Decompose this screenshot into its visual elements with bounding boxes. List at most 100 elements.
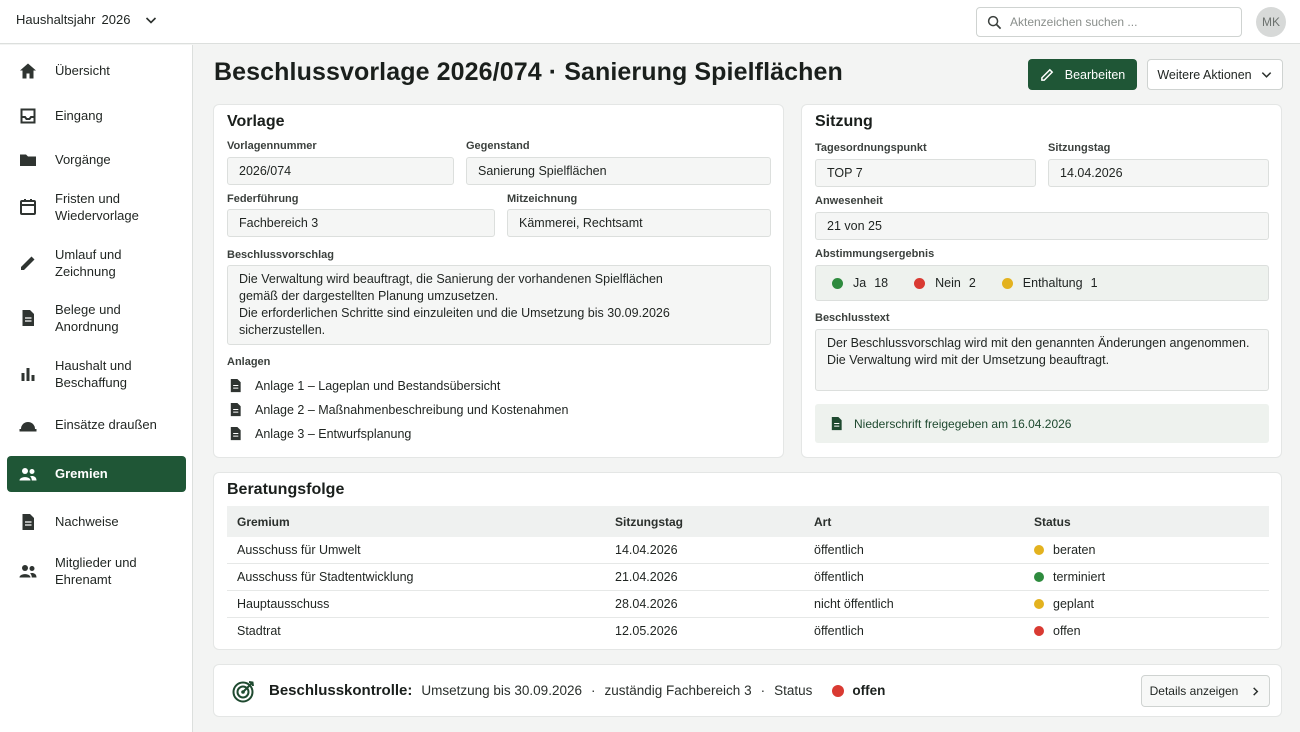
vote-abstain-label: Enthaltung [1022,276,1083,290]
table-row[interactable]: Ausschuss für Stadtentwicklung 21.04.202… [227,563,1269,592]
separator: · [760,683,766,698]
beratungsfolge-title: Beratungsfolge [227,481,345,498]
vote-no: Nein 2 [914,276,976,290]
table-row[interactable]: Hauptausschuss 28.04.2026 nicht öffentli… [227,590,1269,618]
sidebar-item-label: Übersicht [55,63,110,78]
document-icon [230,378,241,393]
details-button[interactable]: Details anzeigen [1141,675,1270,707]
status-label: Status [774,683,813,698]
gremium-cell: Ausschuss für Umwelt [227,537,605,565]
document-icon [230,402,241,417]
attachments-label: Anlagen [227,356,271,368]
sidebar-item-gremien[interactable]: Gremien [7,456,186,492]
column-header[interactable]: Sitzungstag [605,506,804,537]
sidebar-item-einsaetze[interactable]: Einsätze draußen [7,407,186,443]
sidebar-item-eingang[interactable]: Eingang [7,98,186,134]
avatar[interactable]: MK [1256,7,1286,37]
status-dot [1034,545,1044,556]
column-header[interactable]: Art [804,506,1024,537]
deadline-text: Umsetzung bis 30.09.2026 [421,683,582,698]
status-value: offen [852,683,886,698]
status-dot [1034,626,1044,637]
type-cell: nicht öffentlich [804,590,1024,618]
date-field[interactable]: 14.04.2026 [1048,159,1269,187]
vote-yes: Ja 18 [832,276,888,290]
vote-yes-count: 18 [874,276,889,290]
vote-abstain-count: 1 [1090,276,1098,290]
gremium-cell: Hauptausschuss [227,590,605,618]
search-box[interactable] [976,7,1242,37]
number-field[interactable]: 2026/074 [227,157,454,185]
lead-field[interactable]: Fachbereich 3 [227,209,495,237]
document-icon [831,416,842,431]
attachment-link[interactable]: Anlage 1 – Lageplan und Bestandsübersich… [228,378,500,393]
details-button-label: Details anzeigen [1149,684,1239,698]
sidebar-item-label: Mitglieder und Ehrenamt [55,554,137,588]
table-row[interactable]: Ausschuss für Umwelt 14.04.2026 öffentli… [227,537,1269,565]
sidebar-item-label: Einsätze draußen [55,417,157,432]
pencil-icon [1040,68,1054,81]
fiscal-year-value: 2026 [101,12,131,27]
table-header-row: Gremium Sitzungstag Art Status [227,506,1269,537]
search-icon [987,15,1002,29]
page-title: Beschlussvorlage 2026/074 · Sanierung Sp… [214,58,843,86]
attachment-link[interactable]: Anlage 2 – Maßnahmenbeschreibung und Kos… [228,402,568,417]
search-input[interactable] [1010,15,1230,29]
agenda-field[interactable]: TOP 7 [815,159,1036,187]
minutes-notice[interactable]: Niederschrift freigegeben am 16.04.2026 [815,404,1269,443]
inbox-icon [18,106,38,126]
table-row[interactable]: Stadtrat 12.05.2026 öffentlich offen [227,617,1269,644]
sidebar-item-haushalt[interactable]: Haushalt und Beschaffung [7,353,186,395]
gremium-cell: Stadtrat [237,624,281,639]
status-cell: beraten [1024,537,1269,565]
more-actions-button[interactable]: Weitere Aktionen [1147,59,1283,90]
sitzung-title: Sitzung [815,113,873,130]
lead-label: Federführung [227,193,299,205]
cosign-field[interactable]: Kämmerei, Rechtsamt [507,209,771,237]
calendar-icon [18,197,38,217]
separator: · [590,683,596,698]
edit-button[interactable]: Bearbeiten [1028,59,1137,90]
document-icon [18,512,38,532]
sidebar-item-fristen[interactable]: Fristen und Wiedervorlage [7,186,186,228]
sidebar-item-umlauf[interactable]: Umlauf und Zeichnung [7,242,186,284]
beratungsfolge-table: Gremium Sitzungstag Art Status Ausschuss… [227,506,1269,644]
bar-chart-icon [18,364,38,384]
chevron-down-icon [1261,72,1271,78]
sidebar-item-label: Gremien [55,466,108,481]
chevron-right-icon [1253,686,1259,696]
vote-yes-label: Ja [853,276,867,290]
attachment-link[interactable]: Anlage 3 – Entwurfsplanung [228,426,411,441]
people-icon [18,561,38,581]
sidebar-item-nachweise[interactable]: Nachweise [7,504,186,540]
resolution-textarea[interactable]: Der Beschlussvorschlag wird mit den gena… [815,329,1269,391]
sidebar-item-vorgaenge[interactable]: Vorgänge [7,142,186,178]
subject-field[interactable]: Sanierung Spielflächen [466,157,771,185]
people-icon [18,464,38,484]
edit-button-label: Bearbeiten [1064,67,1126,82]
column-header[interactable]: Gremium [227,506,605,537]
status-cell: geplant [1024,590,1269,618]
attachment-label: Anlage 3 – Entwurfsplanung [255,426,412,441]
document-icon [230,426,241,441]
sidebar-item-uebersicht[interactable]: Übersicht [7,53,186,89]
column-header[interactable]: Status [1024,506,1269,537]
hard-hat-icon [18,415,38,435]
vorlage-title: Vorlage [227,113,285,130]
sidebar-item-belege[interactable]: Belege und Anordnung [7,297,186,339]
gremium-cell: Ausschuss für Stadtentwicklung [227,563,605,592]
proposal-textarea[interactable]: Die Verwaltung wird beauftragt, die Sani… [227,265,771,345]
minutes-text: Niederschrift freigegeben am 16.04.2026 [854,416,1072,431]
status-dot [1034,572,1044,583]
date-cell: 28.04.2026 [605,590,804,618]
cosign-label: Mitzeichnung [507,193,578,205]
status-dot [832,684,845,697]
sidebar-item-mitglieder[interactable]: Mitglieder und Ehrenamt [7,550,186,592]
status-dot [1001,277,1013,289]
status-text: geplant [1053,596,1095,611]
chevron-down-icon [146,16,157,24]
vote-no-label: Nein [935,276,961,290]
attendance-field[interactable]: 21 von 25 [815,212,1269,240]
responsible-text: zuständig Fachbereich 3 [604,683,752,698]
fiscal-year-select[interactable]: Haushaltsjahr 2026 [16,12,158,27]
